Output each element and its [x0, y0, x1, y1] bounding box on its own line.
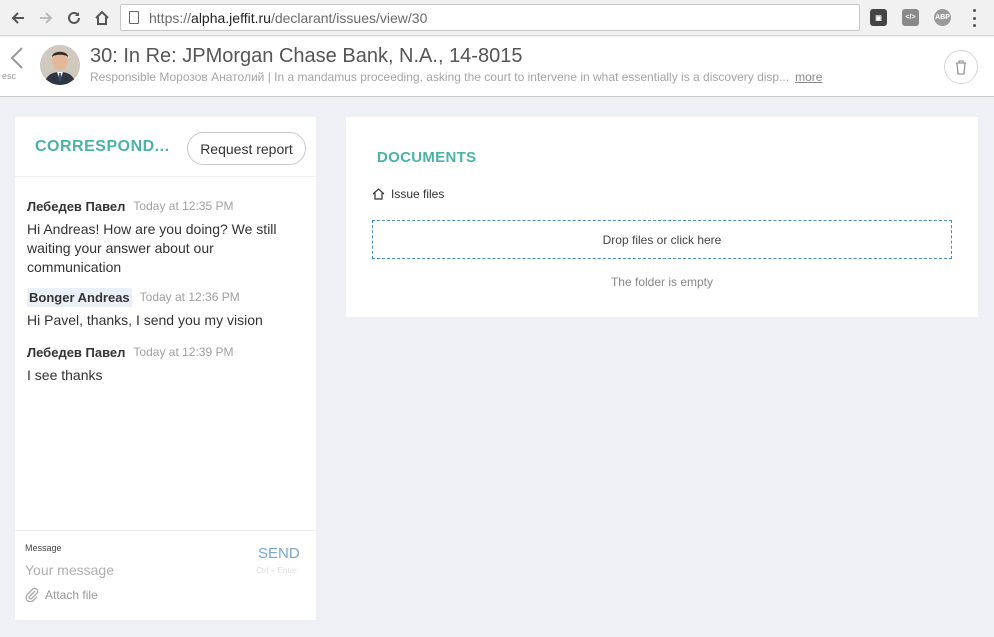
- message-author: Лебедев Павел: [27, 344, 126, 360]
- message-text: I see thanks: [27, 367, 103, 383]
- attach-file-button[interactable]: Attach file: [25, 587, 98, 602]
- extension-icon[interactable]: ▣: [870, 9, 887, 26]
- issue-subtitle: Responsible Морозов Анатолий | In a mand…: [90, 70, 822, 84]
- send-button[interactable]: SEND: [258, 545, 300, 562]
- message-time: Today at 12:39 PM: [133, 345, 234, 359]
- send-shortcut-hint: Ctrl + Enter: [256, 566, 297, 575]
- browser-toolbar: https://alpha.jeffit.ru/declarant/issues…: [0, 0, 994, 36]
- message-time: Today at 12:35 PM: [133, 199, 234, 213]
- message-composer: Message Your message SEND Ctrl + Enter A…: [15, 530, 316, 620]
- adblock-icon[interactable]: ABP: [934, 9, 951, 26]
- more-link[interactable]: more: [795, 70, 822, 84]
- paperclip-icon: [25, 587, 39, 602]
- documents-title: DOCUMENTS: [377, 149, 477, 166]
- issue-description: Responsible Морозов Анатолий | In a mand…: [90, 70, 790, 84]
- page-icon: [129, 11, 139, 24]
- issue-header: esc 30: In Re: JPMorgan Chase Bank, N.A.…: [0, 37, 994, 97]
- message-item: Bonger Andreas Today at 12:36 PM Hi Pave…: [27, 287, 307, 330]
- breadcrumb[interactable]: Issue files: [372, 187, 444, 201]
- correspondence-panel: CORRESPOND... Request report Лебедев Пав…: [15, 117, 316, 620]
- message-text: Hi Pavel, thanks, I send you my vision: [27, 312, 263, 328]
- avatar: [40, 45, 80, 85]
- address-bar[interactable]: https://alpha.jeffit.ru/declarant/issues…: [120, 4, 860, 31]
- reload-icon[interactable]: [62, 6, 86, 30]
- message-item: Лебедев Павел Today at 12:39 PM I see th…: [27, 342, 307, 385]
- message-input[interactable]: Your message: [25, 562, 114, 578]
- page-title: 30: In Re: JPMorgan Chase Bank, N.A., 14…: [90, 45, 523, 67]
- url-host: alpha.jeffit.ru: [191, 9, 271, 26]
- divider: [15, 176, 316, 177]
- message-author: Bonger Andreas: [27, 287, 132, 307]
- back-arrow-icon[interactable]: [6, 6, 30, 30]
- delete-button[interactable]: [944, 50, 978, 84]
- message-time: Today at 12:36 PM: [139, 290, 240, 304]
- message-text: Hi Andreas! How are you doing? We still …: [27, 221, 277, 275]
- trash-icon: [956, 59, 966, 75]
- browser-menu-icon[interactable]: [968, 9, 980, 27]
- home-icon: [372, 188, 385, 200]
- breadcrumb-issue-files: Issue files: [391, 187, 445, 201]
- url-path: /declarant/issues/view/30: [270, 9, 428, 26]
- home-icon[interactable]: [90, 6, 114, 30]
- message-author: Лебедев Павел: [27, 198, 126, 214]
- request-report-button[interactable]: Request report: [187, 132, 306, 165]
- message-item: Лебедев Павел Today at 12:35 PM Hi Andre…: [27, 196, 307, 277]
- documents-panel: DOCUMENTS Issue files Drop files or clic…: [346, 117, 978, 317]
- url-prefix: https://: [149, 9, 192, 26]
- empty-folder-note: The folder is empty: [610, 275, 714, 289]
- chevron-left-icon: [10, 47, 23, 69]
- attach-file-label: Attach file: [45, 587, 98, 602]
- correspondence-title: CORRESPOND...: [35, 138, 170, 155]
- forward-arrow-icon[interactable]: [34, 6, 58, 30]
- file-dropzone[interactable]: Drop files or click here: [372, 220, 952, 259]
- code-extension-icon[interactable]: </>: [902, 9, 919, 26]
- message-label: Message: [25, 543, 62, 553]
- esc-label: esc: [2, 71, 17, 81]
